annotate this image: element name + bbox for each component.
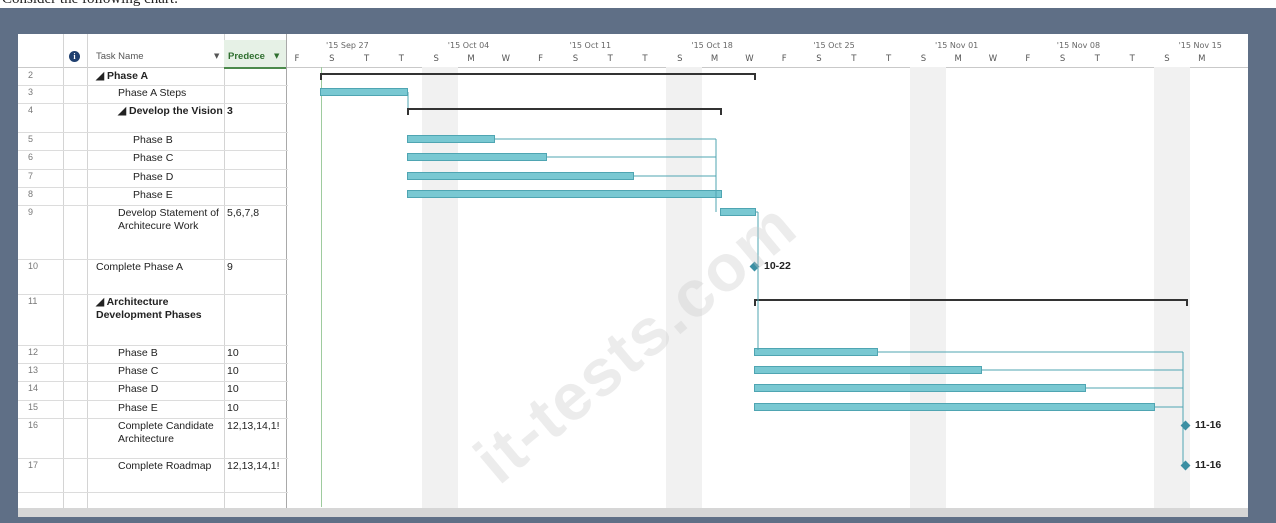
task-name: ◢ Architecture Development Phases xyxy=(96,296,202,321)
horizontal-scrollbar[interactable] xyxy=(18,508,1248,517)
task-name: Develop Statement of Architecure Work xyxy=(118,207,219,232)
row-id: 13 xyxy=(28,365,39,375)
task-name: Phase D xyxy=(118,383,159,395)
task-predecessors: 5,6,7,8 xyxy=(227,207,260,219)
task-predecessors: 10 xyxy=(227,347,239,359)
column-header-task-name[interactable]: Task Name xyxy=(96,51,144,62)
task-row[interactable]: 7 Phase D xyxy=(18,169,288,188)
task-row[interactable]: 15 Phase E 10 xyxy=(18,400,288,419)
task-name: Phase C xyxy=(118,365,159,377)
task-row[interactable]: 4 ◢ Develop the Vision 3 xyxy=(18,103,288,133)
task-name: Phase A Steps xyxy=(118,87,187,99)
chevron-down-icon[interactable]: ▼ xyxy=(214,52,219,60)
task-grid: i Task Name ▼ Predece ▼ 2 ◢ Phase A 3 Phase… xyxy=(18,34,288,517)
row-id: 7 xyxy=(28,171,34,181)
column-header-predecessors[interactable]: Predece ▼ xyxy=(224,40,286,69)
row-id: 14 xyxy=(28,383,39,393)
task-row[interactable]: 10 Complete Phase A 9 xyxy=(18,259,288,295)
chevron-down-icon: ▼ xyxy=(274,52,280,60)
task-row[interactable]: 13 Phase C 10 xyxy=(18,363,288,382)
task-row[interactable]: 8 Phase E xyxy=(18,187,288,206)
milestone-date-label: 11-16 xyxy=(1195,419,1222,431)
task-name: Phase C xyxy=(133,152,174,164)
row-id: 4 xyxy=(28,105,34,115)
task-row[interactable]: 5 Phase B xyxy=(18,132,288,151)
task-row[interactable]: 17 Complete Roadmap 12,13,14,1! xyxy=(18,458,288,493)
task-row[interactable]: 14 Phase D 10 xyxy=(18,381,288,401)
task-name: Complete Phase A xyxy=(96,261,183,273)
row-id: 9 xyxy=(28,207,34,217)
row-id: 8 xyxy=(28,189,34,199)
row-id: 6 xyxy=(28,152,34,162)
task-predecessors: 10 xyxy=(227,383,239,395)
task-row[interactable]: 11 ◢ Architecture Development Phases xyxy=(18,294,288,346)
task-predecessors: 12,13,14,1! xyxy=(227,420,280,432)
task-name: Complete Roadmap xyxy=(118,460,212,472)
task-row[interactable]: 2 ◢ Phase A xyxy=(18,68,288,86)
task-name: Phase B xyxy=(133,134,173,146)
task-name: Phase E xyxy=(133,189,173,201)
gantt-view: i Task Name ▼ Predece ▼ 2 ◢ Phase A 3 Phase… xyxy=(18,34,1248,517)
row-id: 5 xyxy=(28,134,34,144)
task-row[interactable]: 9 Develop Statement of Architecure Work 5,… xyxy=(18,205,288,260)
task-row[interactable]: 12 Phase B 10 xyxy=(18,345,288,364)
task-row[interactable]: 3 Phase A Steps xyxy=(18,85,288,104)
task-row[interactable]: 16 Complete Candidate Architecture 12,13,1… xyxy=(18,418,288,459)
task-row[interactable]: 6 Phase C xyxy=(18,150,288,170)
row-id: 10 xyxy=(28,261,39,271)
task-predecessors: 12,13,14,1! xyxy=(227,460,280,472)
row-id: 17 xyxy=(28,460,39,470)
row-id: 15 xyxy=(28,402,39,412)
task-name: Phase D xyxy=(133,171,174,183)
task-predecessors: 10 xyxy=(227,402,239,414)
task-predecessors: 3 xyxy=(227,105,233,117)
row-id: 12 xyxy=(28,347,39,357)
task-name: Complete Candidate Architecture xyxy=(118,420,214,445)
row-id: 11 xyxy=(28,296,38,306)
info-icon: i xyxy=(69,51,80,62)
row-id: 16 xyxy=(28,420,39,430)
question-caption: Consider the following chart: xyxy=(2,0,178,8)
row-id: 2 xyxy=(28,70,34,80)
task-name: ◢ Develop the Vision xyxy=(118,105,223,117)
task-predecessors: 10 xyxy=(227,365,239,377)
milestone-date-label: 11-16 xyxy=(1195,459,1222,471)
task-name: ◢ Phase A xyxy=(96,70,149,82)
task-name: Phase E xyxy=(118,402,158,414)
task-predecessors: 9 xyxy=(227,261,233,273)
task-name: Phase B xyxy=(118,347,158,359)
screenshot-frame: i Task Name ▼ Predece ▼ 2 ◢ Phase A 3 Phase… xyxy=(0,8,1276,523)
row-id: 3 xyxy=(28,87,34,97)
